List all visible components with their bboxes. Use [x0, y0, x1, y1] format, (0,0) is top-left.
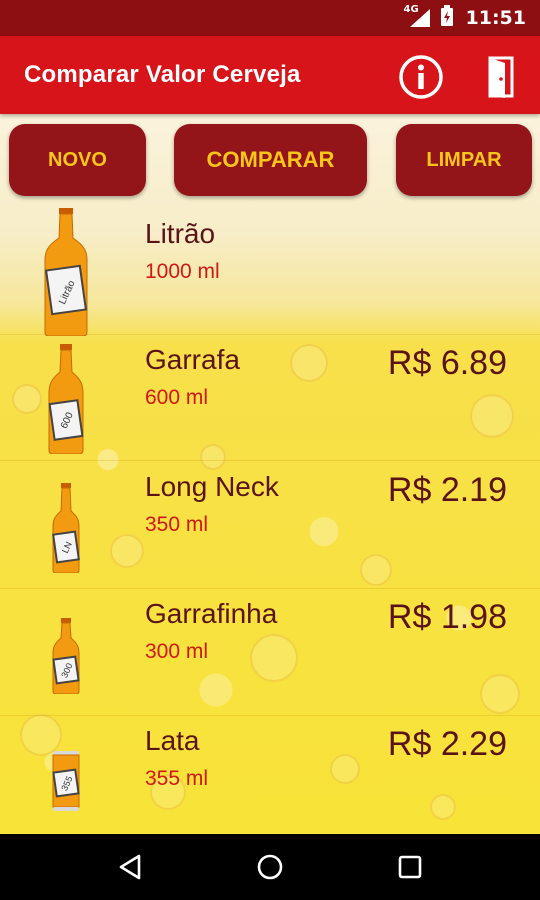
exit-door-icon	[488, 56, 514, 98]
lata-can-icon: 355	[52, 751, 80, 811]
item-volume: 1000 ml	[145, 260, 220, 283]
item-price[interactable]: R$ 1.98	[388, 598, 507, 637]
status-time: 11:51	[465, 7, 526, 29]
litrao-bottle-icon: Litrão	[44, 208, 88, 336]
battery-icon	[440, 5, 454, 31]
recents-icon[interactable]	[397, 854, 423, 880]
list-item[interactable]: Litrão Litrão 1000 ml	[0, 208, 540, 336]
item-price[interactable]: R$ 6.89	[388, 344, 507, 383]
item-name: Long Neck	[145, 471, 279, 502]
app-title: Comparar Valor Cerveja	[24, 61, 301, 88]
limpar-button[interactable]: LIMPAR	[396, 124, 532, 196]
exit-button[interactable]	[478, 54, 524, 100]
navigation-bar	[0, 834, 540, 900]
long-neck-bottle-icon: LN	[52, 483, 80, 573]
item-volume: 355 ml	[145, 767, 209, 790]
item-volume: 300 ml	[145, 640, 209, 663]
app-bar: Comparar Valor Cerveja	[0, 36, 540, 114]
item-volume: 600 ml	[145, 386, 209, 409]
info-icon	[399, 55, 443, 99]
item-name: Garrafinha	[145, 598, 278, 629]
back-icon[interactable]	[117, 853, 143, 881]
signal-icon: 4G	[404, 4, 432, 29]
item-volume: 350 ml	[145, 513, 209, 536]
garrafinha-bottle-icon: 300	[52, 618, 80, 694]
list-item[interactable]: 300 Garrafinha 300 ml R$ 1.98	[0, 588, 540, 714]
list-item[interactable]: 355 Lata 355 ml R$ 2.29	[0, 715, 540, 841]
list-item[interactable]: LN Long Neck 350 ml R$ 2.19	[0, 461, 540, 587]
network-type: 4G	[403, 4, 419, 15]
comparar-button[interactable]: COMPARAR	[174, 124, 367, 196]
status-bar: 4G 11:51	[0, 0, 540, 36]
item-name: Lata	[145, 725, 200, 756]
item-name: Litrão	[145, 218, 216, 249]
info-button[interactable]	[398, 54, 444, 100]
item-price[interactable]: R$ 2.29	[388, 725, 507, 764]
item-name: Garrafa	[145, 344, 240, 375]
list-item[interactable]: 600 Garrafa 600 ml R$ 6.89	[0, 334, 540, 460]
home-icon[interactable]	[256, 853, 284, 881]
item-price[interactable]: R$ 2.19	[388, 471, 507, 510]
novo-button[interactable]: NOVO	[9, 124, 146, 196]
garrafa-bottle-icon: 600	[48, 344, 84, 454]
